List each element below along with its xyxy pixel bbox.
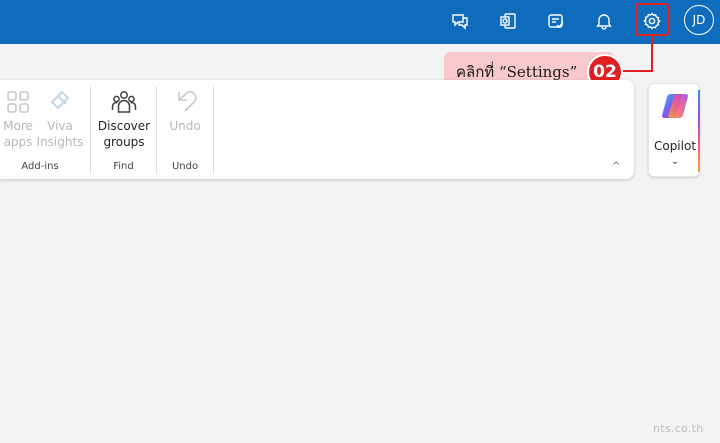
watermark: nts.co.th xyxy=(653,422,704,435)
apps-grid-icon xyxy=(7,91,29,113)
avatar[interactable]: JD xyxy=(684,5,714,35)
group-label-undo: Undo xyxy=(171,161,199,172)
viva-insights-label: Viva xyxy=(47,119,73,133)
copilot-label: Copilot xyxy=(653,139,697,153)
undo-button[interactable]: Undo xyxy=(163,88,207,134)
more-apps-label: More xyxy=(3,119,33,133)
undo-icon xyxy=(178,90,197,112)
tasks-icon[interactable] xyxy=(540,6,572,36)
group-label-find: Find xyxy=(113,161,134,172)
group-divider xyxy=(213,86,214,174)
ribbon-group-find: Discover groups Find xyxy=(91,80,156,179)
copilot-icon xyxy=(662,94,688,118)
group-label-addins: Add-ins xyxy=(21,161,59,172)
viva-insights-label: Insights xyxy=(36,135,84,149)
outlook-icon[interactable] xyxy=(492,6,524,36)
callout-pointer-line xyxy=(620,70,653,72)
ribbon-group-addins: More apps Viva Insights Add-ins xyxy=(0,80,90,179)
people-group-icon xyxy=(111,91,137,113)
callout-pointer-line xyxy=(651,36,653,72)
viva-insights-button[interactable]: Viva Insights xyxy=(36,88,84,150)
notifications-icon[interactable] xyxy=(588,6,620,36)
chevron-down-icon: ⌄ xyxy=(670,156,680,167)
ribbon-group-undo: Undo Undo xyxy=(157,80,213,179)
viva-insights-icon xyxy=(50,90,70,110)
top-bar: JD xyxy=(0,0,720,44)
settings-highlight-box xyxy=(635,3,669,36)
undo-label: Undo xyxy=(169,119,201,133)
discover-groups-label: groups xyxy=(103,135,145,149)
more-apps-button[interactable]: More apps xyxy=(0,88,36,150)
discover-groups-button[interactable]: Discover groups xyxy=(95,88,153,150)
feedback-icon[interactable] xyxy=(444,6,476,36)
more-apps-label: apps xyxy=(3,135,33,149)
copilot-button[interactable]: Copilot ⌄ xyxy=(648,83,700,177)
ribbon: More apps Viva Insights Add-ins Discover… xyxy=(0,80,634,179)
discover-groups-label: Discover xyxy=(97,119,151,133)
collapse-ribbon-icon[interactable]: ^ xyxy=(612,161,620,172)
